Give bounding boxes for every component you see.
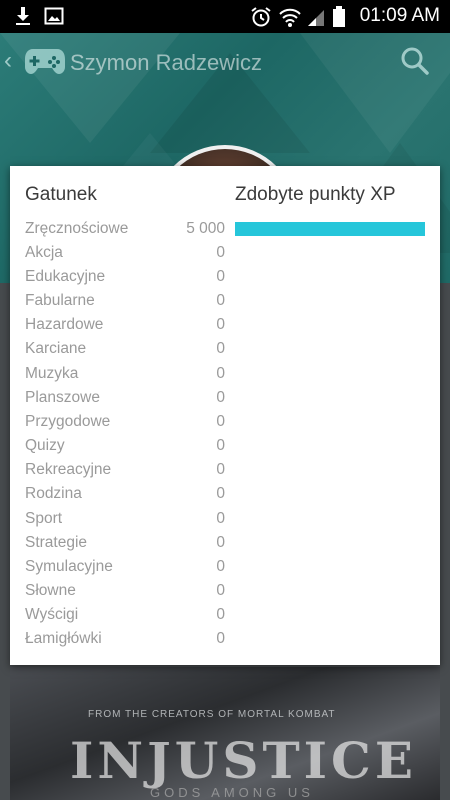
genre-label: Rodzina xyxy=(25,485,82,502)
image-icon xyxy=(44,6,64,31)
xp-value: 0 xyxy=(216,268,225,285)
genre-row: Rekreacyjne 0 xyxy=(25,461,225,485)
genre-row: Hazardowe 0 xyxy=(25,316,225,340)
status-bar: 01:09 AM xyxy=(0,0,450,33)
xp-value: 0 xyxy=(216,510,225,527)
gamepad-icon[interactable] xyxy=(24,46,66,81)
genre-row: Karciane 0 xyxy=(25,340,225,364)
genre-row: Łamigłówki 0 xyxy=(25,630,225,654)
xp-value: 0 xyxy=(216,461,225,478)
download-icon xyxy=(14,6,32,31)
genre-label: Wyścigi xyxy=(25,606,79,623)
genre-label: Muzyka xyxy=(25,365,79,382)
genre-label: Rekreacyjne xyxy=(25,461,112,478)
xp-value: 0 xyxy=(216,413,225,430)
xp-bar xyxy=(235,222,425,236)
genre-label: Akcja xyxy=(25,244,63,261)
genre-label: Karciane xyxy=(25,340,87,357)
genre-row: Słowne 0 xyxy=(25,582,225,606)
profile-name: Szymon Radzewicz xyxy=(70,50,262,75)
xp-value: 5 000 xyxy=(186,220,225,237)
xp-value: 0 xyxy=(216,485,225,502)
genre-label: Strategie xyxy=(25,534,88,551)
genre-row: Rodzina 0 xyxy=(25,485,225,509)
xp-value: 0 xyxy=(216,534,225,551)
poster-title: INJUSTICE xyxy=(70,731,417,790)
genre-row: Sport 0 xyxy=(25,510,225,534)
genre-label: Hazardowe xyxy=(25,316,104,333)
genre-label: Słowne xyxy=(25,582,76,599)
back-chevron-icon[interactable]: ‹ xyxy=(4,47,12,75)
battery-icon xyxy=(332,6,346,33)
search-icon[interactable] xyxy=(400,46,430,81)
genre-label: Planszowe xyxy=(25,389,100,406)
genre-label: Quizy xyxy=(25,437,65,454)
genre-row: Muzyka 0 xyxy=(25,365,225,389)
genre-row: Quizy 0 xyxy=(25,437,225,461)
genre-row: Strategie 0 xyxy=(25,534,225,558)
alarm-icon xyxy=(250,6,272,33)
genre-row: Planszowe 0 xyxy=(25,389,225,413)
genre-label: Edukacyjne xyxy=(25,268,106,285)
genre-label: Symulacyjne xyxy=(25,558,113,575)
poster-title-line2: GODS AMONG US xyxy=(150,785,314,800)
genre-label: Fabularne xyxy=(25,292,95,309)
xp-column-header: Zdobyte punkty XP xyxy=(235,184,396,205)
xp-value: 0 xyxy=(216,558,225,575)
genre-label: Przygodowe xyxy=(25,413,111,430)
genre-row: Fabularne 0 xyxy=(25,292,225,316)
xp-value: 0 xyxy=(216,292,225,309)
genre-row: Edukacyjne 0 xyxy=(25,268,225,292)
genre-column-header: Gatunek xyxy=(25,184,97,205)
xp-value: 0 xyxy=(216,340,225,357)
genre-row: Przygodowe 0 xyxy=(25,413,225,437)
wifi-icon xyxy=(278,6,302,33)
xp-value: 0 xyxy=(216,316,225,333)
genre-row: Akcja 0 xyxy=(25,244,225,268)
xp-value: 0 xyxy=(216,244,225,261)
xp-value: 0 xyxy=(216,582,225,599)
clock: 01:09 AM xyxy=(359,5,440,26)
genre-label: Łamigłówki xyxy=(25,630,102,647)
genre-row: Symulacyjne 0 xyxy=(25,558,225,582)
genre-row: Wyścigi 0 xyxy=(25,606,225,630)
xp-value: 0 xyxy=(216,606,225,623)
signal-icon xyxy=(306,6,326,33)
genre-label: Zręcznościowe xyxy=(25,220,129,237)
xp-value: 0 xyxy=(216,389,225,406)
xp-value: 0 xyxy=(216,437,225,454)
xp-value: 0 xyxy=(216,630,225,647)
game-poster[interactable]: FROM THE CREATORS OF MORTAL KOMBAT INJUS… xyxy=(10,667,440,800)
genre-label: Sport xyxy=(25,510,63,527)
xp-by-genre-dialog: Gatunek Zdobyte punkty XP Zręcznościowe … xyxy=(10,166,440,665)
genre-row: Zręcznościowe 5 000 xyxy=(25,220,225,244)
xp-value: 0 xyxy=(216,365,225,382)
poster-subtitle: FROM THE CREATORS OF MORTAL KOMBAT xyxy=(88,709,336,720)
